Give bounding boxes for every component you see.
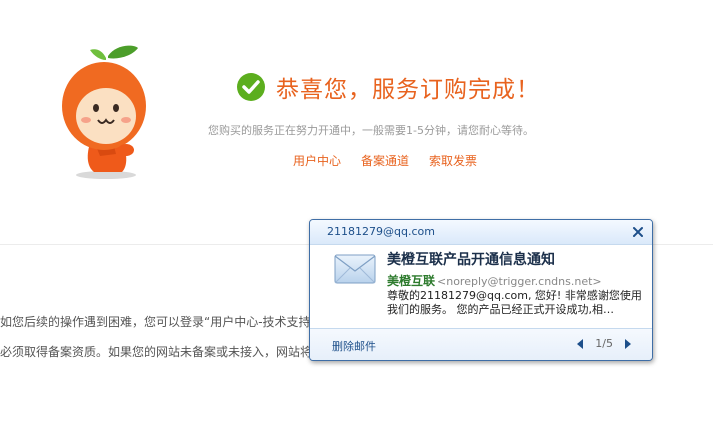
quick-links: 用户中心 备案通道 索取发票 — [293, 152, 477, 169]
success-title: 恭喜您，服务订购完成！ — [276, 77, 540, 103]
delete-mail-button[interactable]: 删除邮件 — [332, 338, 376, 354]
help-text-line: 如您后续的操作遇到困难，您可以登录“用户中心-技术支持 — [0, 315, 311, 329]
envelope-icon — [334, 254, 376, 284]
close-icon[interactable] — [631, 225, 645, 239]
popup-footer: 删除邮件 1/5 — [310, 328, 652, 360]
popup-header: 21181279@qq.com — [310, 220, 652, 245]
success-heading: 恭喜您，服务订购完成！ — [236, 70, 540, 104]
check-circle-icon — [237, 73, 265, 101]
mail-notification-popup: 21181279@qq.com 美橙互联产品开通信息通知 美橙互联 <norepl… — [309, 219, 653, 361]
sender-name: 美橙互联 — [387, 274, 436, 288]
orange-mascot-illustration — [62, 45, 146, 179]
filing-notice-line: 必须取得备案资质。如果您的网站未备案或未接入，网站将 — [0, 345, 313, 359]
mail-subject[interactable]: 美橙互联产品开通信息通知 — [387, 249, 555, 269]
user-center-link[interactable]: 用户中心 — [293, 152, 341, 169]
success-subtitle: 您购买的服务正在努力开通中，一般需要1-5分钟，请您耐心等待。 — [208, 124, 534, 137]
mail-pager: 1/5 — [575, 337, 633, 350]
page: 恭喜您，服务订购完成！ 您购买的服务正在努力开通中，一般需要1-5分钟，请您耐心… — [0, 0, 713, 422]
next-arrow-icon[interactable] — [623, 338, 633, 350]
previous-arrow-icon[interactable] — [575, 338, 585, 350]
mail-preview[interactable]: 尊敬的21181279@qq.com, 您好! 非常感谢您使用我们的服务。 您的… — [387, 289, 642, 317]
sender-email: <noreply@trigger.cndns.net> — [437, 275, 602, 288]
mail-account: 21181279@qq.com — [327, 225, 435, 238]
sender-row: 美橙互联 <noreply@trigger.cndns.net> — [387, 272, 602, 289]
page-indicator: 1/5 — [595, 337, 613, 350]
request-invoice-link[interactable]: 索取发票 — [429, 152, 477, 169]
filing-channel-link[interactable]: 备案通道 — [361, 152, 409, 169]
